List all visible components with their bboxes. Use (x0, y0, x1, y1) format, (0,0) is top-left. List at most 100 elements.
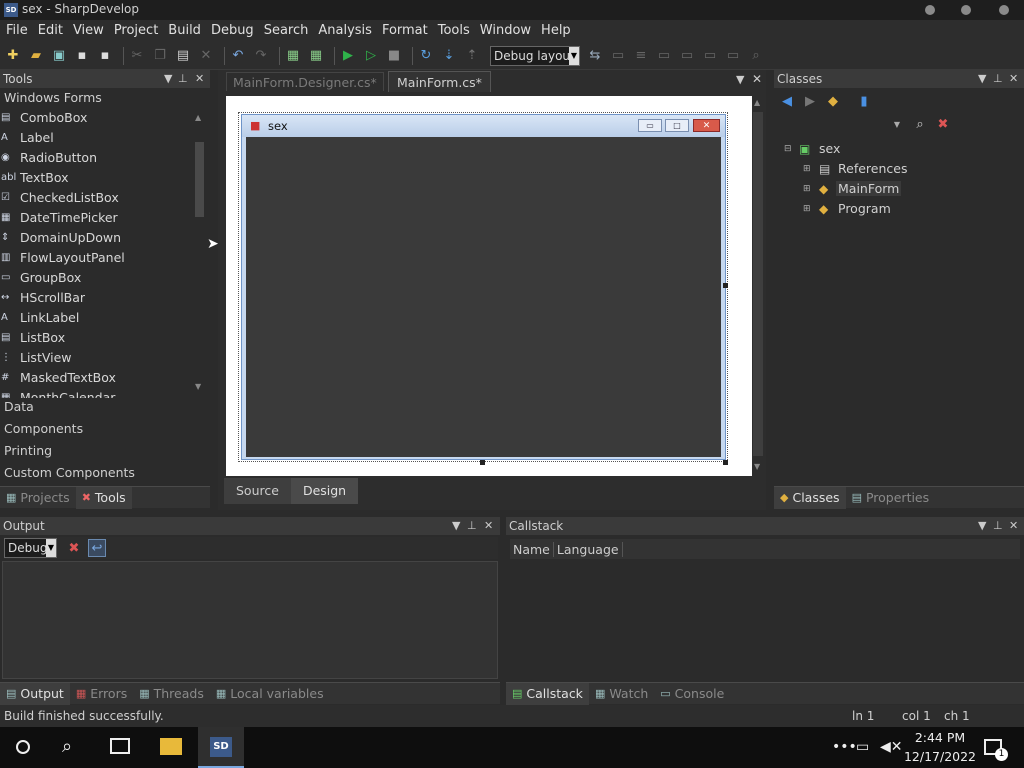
tab-console[interactable]: ▭ Console (654, 683, 730, 705)
open-folder-icon[interactable]: ▰ (27, 47, 45, 65)
forward-icon[interactable]: ▶ (801, 92, 819, 110)
category-windows-forms[interactable]: Windows Forms (0, 87, 210, 109)
close-button[interactable] (999, 5, 1009, 15)
tab-output[interactable]: ▤ Output (0, 682, 70, 705)
category-custom-components[interactable]: Custom Components (0, 462, 210, 484)
tool-item[interactable]: ▤ ComboBox (0, 108, 193, 128)
close-icon[interactable]: ✕ (1009, 70, 1018, 88)
menu-analysis[interactable]: Analysis (313, 20, 377, 42)
close-icon[interactable]: ✕ (752, 72, 762, 86)
build-project-icon[interactable]: ▦ (307, 47, 325, 65)
undo-icon[interactable]: ↶ (229, 47, 247, 65)
tab-design[interactable]: Design (290, 478, 359, 504)
chevron-down-icon[interactable]: ▼ (888, 115, 906, 133)
menu-format[interactable]: Format (377, 20, 433, 42)
tool-item[interactable]: ↔ HScrollBar (0, 288, 193, 308)
menu-build[interactable]: Build (163, 20, 206, 42)
sharpdevelop-taskbar-button[interactable]: SD (198, 727, 244, 768)
tab-mainform-designer[interactable]: MainForm.Designer.cs* (226, 72, 384, 91)
tab-local-variables[interactable]: ▦ Local variables (210, 683, 330, 705)
menu-search[interactable]: Search (259, 20, 314, 42)
delete-icon[interactable]: ✕ (197, 47, 215, 65)
save-all-icon[interactable]: ▪ (96, 47, 114, 65)
copy-icon[interactable]: ❐ (151, 47, 169, 65)
scroll-down-icon[interactable]: ▼ (754, 462, 760, 471)
scroll-up-icon[interactable]: ▲ (754, 98, 760, 107)
tab-watch[interactable]: ▦ Watch (589, 683, 654, 705)
filter-icon[interactable]: ◆ (824, 92, 842, 110)
form-window[interactable]: ■ sex ▭ □ ✕ (241, 114, 726, 460)
tool-list-scrollbar[interactable]: ▲ ▼ (194, 110, 206, 396)
step-into-icon[interactable]: ⇣ (440, 47, 458, 65)
tool-item[interactable]: abl TextBox (0, 168, 193, 188)
tool-item[interactable]: ▥ FlowLayoutPanel (0, 248, 193, 268)
tab-classes[interactable]: ◆ Classes (774, 486, 846, 509)
layout-combo[interactable]: Debug layout ▼ (490, 45, 580, 66)
menu-debug[interactable]: Debug (206, 20, 259, 42)
clear-search-icon[interactable]: ✖ (934, 115, 952, 133)
tab-source[interactable]: Source (224, 478, 291, 504)
redo-icon[interactable]: ↷ (252, 47, 270, 65)
expand-toggle-icon[interactable]: ⊞ (803, 204, 811, 214)
scrollbar-thumb[interactable] (195, 142, 204, 217)
search-icon[interactable]: ⌕ (62, 736, 72, 757)
format-icon[interactable]: ▭ (678, 47, 696, 65)
build-solution-icon[interactable]: ▦ (284, 47, 302, 65)
tool-item[interactable]: A Label (0, 128, 193, 148)
panel-dropdown-icon[interactable]: ▼ (978, 517, 986, 535)
menu-file[interactable]: File (1, 20, 33, 42)
format-icon[interactable]: ▭ (655, 47, 673, 65)
align-icon[interactable]: ≡ (632, 47, 650, 65)
task-view-icon[interactable] (110, 738, 130, 754)
overflow-icon[interactable]: ••• (832, 739, 857, 755)
scroll-up-icon[interactable]: ▲ (195, 113, 201, 122)
menu-help[interactable]: Help (536, 20, 576, 42)
step-over-icon[interactable]: ↻ (417, 47, 435, 65)
collapse-icon[interactable]: ▮ (855, 92, 873, 110)
tree-node-references[interactable]: References (838, 161, 907, 176)
form-client-area[interactable] (246, 137, 721, 457)
cut-icon[interactable]: ✂ (128, 47, 146, 65)
format-icon[interactable]: ▭ (724, 47, 742, 65)
tool-item[interactable]: ⋮ ListView (0, 348, 193, 368)
tab-properties[interactable]: ▤ Properties (846, 487, 936, 509)
search-icon[interactable]: ⌕ (911, 115, 929, 133)
volume-muted-icon[interactable]: ◀✕ (880, 739, 903, 755)
panel-dropdown-icon[interactable]: ▼ (452, 517, 460, 535)
save-icon[interactable]: ▪ (73, 47, 91, 65)
tab-callstack[interactable]: ▤ Callstack (506, 682, 589, 705)
network-icon[interactable]: ▭ (856, 739, 869, 755)
tree-node-mainform[interactable]: MainForm (836, 181, 902, 196)
tab-errors[interactable]: ▦ Errors (70, 683, 133, 705)
design-surface[interactable]: ■ sex ▭ □ ✕ (226, 96, 752, 476)
tab-list-dropdown-icon[interactable]: ▼ (736, 73, 744, 86)
tab-mainform[interactable]: MainForm.cs* (388, 71, 491, 92)
scrollbar-thumb[interactable] (753, 112, 763, 456)
back-icon[interactable]: ◀ (778, 92, 796, 110)
tool-item[interactable]: ▦ DateTimePicker (0, 208, 193, 228)
find-icon[interactable]: ⌕ (747, 47, 765, 65)
designer-scrollbar[interactable]: ▲ ▼ (752, 96, 764, 476)
tool-item[interactable]: A LinkLabel (0, 308, 193, 328)
close-icon[interactable]: ✕ (1009, 517, 1018, 535)
column-language[interactable]: Language (554, 541, 623, 557)
output-text-area[interactable] (2, 561, 498, 679)
file-explorer-icon[interactable] (160, 738, 182, 755)
tool-item[interactable]: ▭ GroupBox (0, 268, 193, 288)
toggle-bookmark-icon[interactable]: ▭ (609, 47, 627, 65)
close-icon[interactable]: ✕ (195, 70, 204, 88)
pin-icon[interactable]: ⊥ (467, 517, 477, 535)
run-without-debugger-icon[interactable]: ▷ (362, 47, 380, 65)
resize-handle[interactable] (723, 460, 728, 465)
paste-icon[interactable]: ▤ (174, 47, 192, 65)
maximize-button[interactable] (961, 5, 971, 15)
close-icon[interactable]: ✕ (484, 517, 493, 535)
menu-window[interactable]: Window (475, 20, 536, 42)
tool-item[interactable]: # MaskedTextBox (0, 368, 193, 388)
tab-tools[interactable]: ✖ Tools (75, 486, 132, 509)
format-icon[interactable]: ▭ (701, 47, 719, 65)
tab-threads[interactable]: ▦ Threads (133, 683, 210, 705)
tool-item[interactable]: ▤ ListBox (0, 328, 193, 348)
step-out-icon[interactable]: ⇡ (463, 47, 481, 65)
word-wrap-icon[interactable]: ↩ (88, 539, 106, 557)
